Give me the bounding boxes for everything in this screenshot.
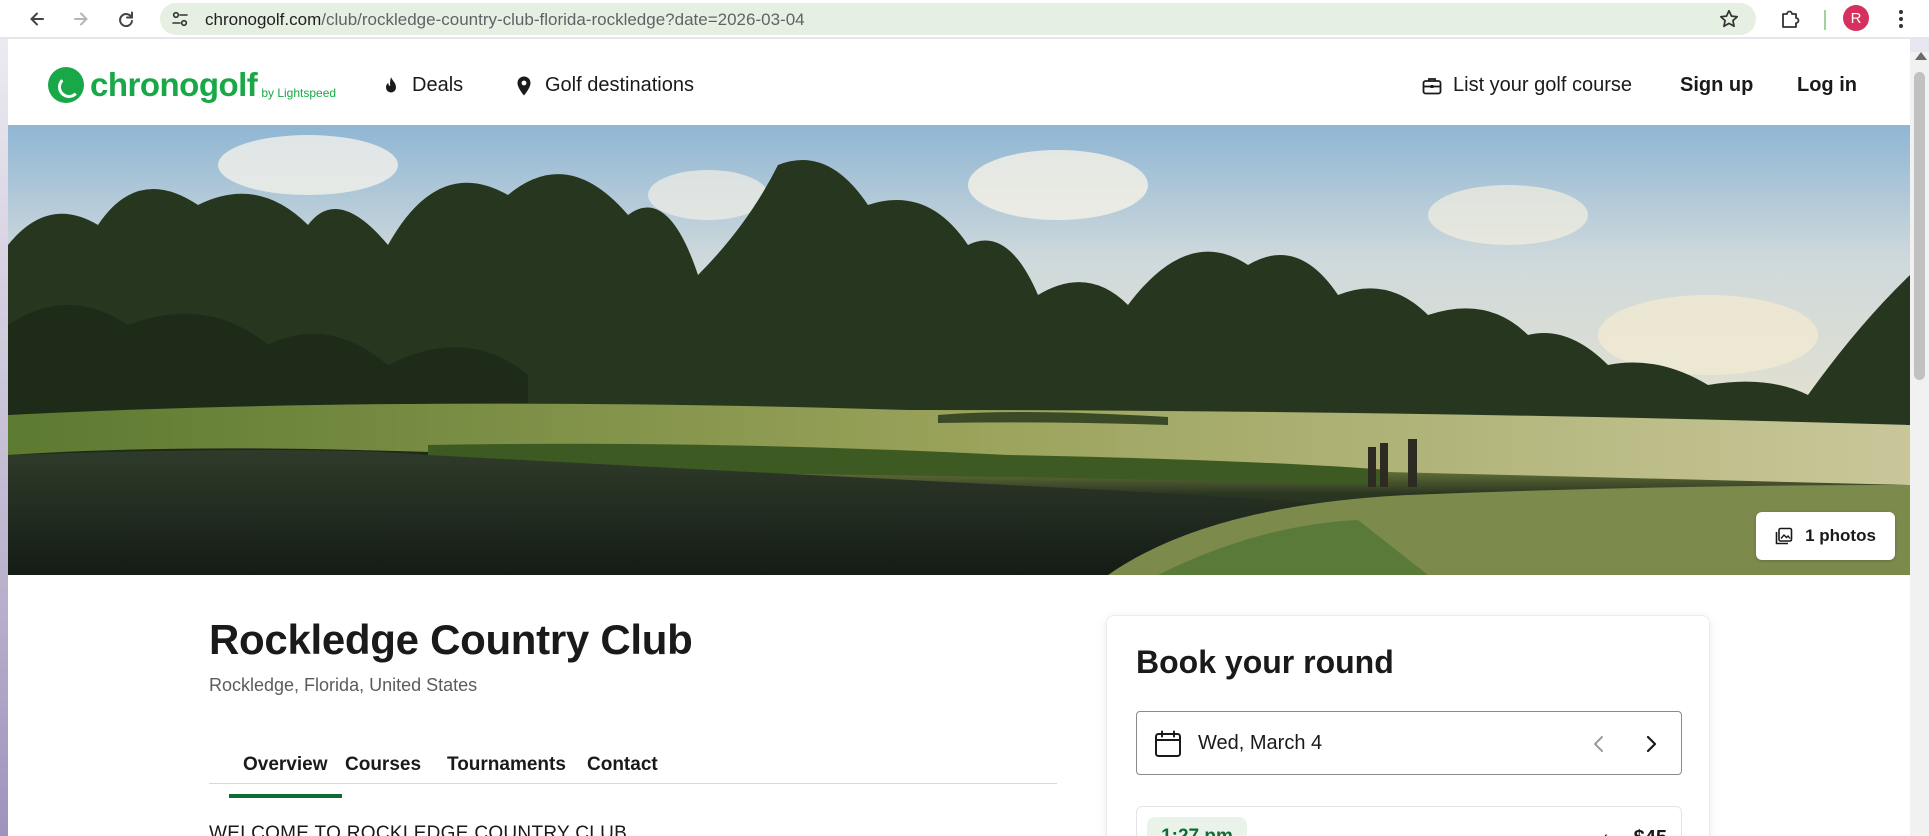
chevron-left-icon[interactable] bbox=[1587, 732, 1611, 756]
browser-menu-button[interactable] bbox=[1890, 5, 1912, 33]
site-info-button[interactable] bbox=[168, 7, 192, 31]
menu-icon bbox=[1899, 10, 1903, 28]
address-bar[interactable]: chronogolf.com/club/rockledge-country-cl… bbox=[160, 3, 1756, 35]
hero-image: 1 photos bbox=[8, 125, 1910, 575]
price-value: $45 bbox=[1634, 827, 1667, 836]
photos-icon bbox=[1775, 527, 1793, 545]
reload-icon bbox=[119, 11, 133, 28]
logo-byline: by Lightspeed bbox=[261, 86, 337, 100]
tee-time-card[interactable]: 1:27 pm from $45 bbox=[1136, 806, 1682, 836]
site-header: chronogolf by Lightspeed Deals Golf dest… bbox=[8, 39, 1910, 125]
nav-deals-label: Deals bbox=[412, 74, 464, 96]
reload-button[interactable] bbox=[110, 3, 142, 35]
bookmark-star-icon[interactable] bbox=[1718, 8, 1740, 30]
photos-count-label: 1 photos bbox=[1805, 526, 1876, 545]
nav-destinations-label: Golf destinations bbox=[545, 74, 694, 96]
view-photos-button[interactable]: 1 photos bbox=[1756, 512, 1895, 560]
tab-courses[interactable]: Courses bbox=[345, 754, 421, 797]
url-host: chronogolf.com bbox=[205, 10, 322, 29]
tee-time-label: 1:27 pm bbox=[1147, 817, 1247, 836]
booking-card: Book your round Wed, March 4 1:27 pm fro… bbox=[1106, 615, 1710, 836]
page-viewport: chronogolf by Lightspeed Deals Golf dest… bbox=[8, 39, 1910, 836]
date-picker[interactable]: Wed, March 4 bbox=[1136, 711, 1682, 775]
map-pin-icon bbox=[517, 76, 531, 95]
golf-course-photo bbox=[8, 125, 1910, 575]
url-text[interactable]: chronogolf.com/club/rockledge-country-cl… bbox=[205, 10, 805, 30]
club-tabs: Overview Courses Tournaments Contact bbox=[209, 741, 1057, 798]
club-name: Rockledge Country Club bbox=[209, 616, 693, 663]
tee-time-price: from $45 bbox=[1604, 827, 1667, 836]
selected-date: Wed, March 4 bbox=[1198, 732, 1323, 754]
nav-golf-destinations[interactable]: Golf destinations bbox=[513, 74, 694, 97]
back-button[interactable] bbox=[21, 3, 53, 35]
toolbar-divider bbox=[1824, 10, 1826, 30]
scrollbar-thumb[interactable] bbox=[1914, 72, 1925, 380]
forward-icon bbox=[74, 12, 88, 26]
log-in-link[interactable]: Log in bbox=[1797, 74, 1857, 97]
page-scrollbar[interactable] bbox=[1910, 52, 1929, 836]
profile-avatar[interactable]: R bbox=[1843, 5, 1869, 31]
url-path: /club/rockledge-country-club-florida-roc… bbox=[321, 10, 805, 29]
tab-contact[interactable]: Contact bbox=[587, 754, 658, 797]
desktop-background-edge bbox=[0, 39, 8, 836]
tab-overview[interactable]: Overview bbox=[229, 754, 341, 798]
logo-text: chronogolf bbox=[90, 66, 258, 103]
chronogolf-logo[interactable]: chronogolf by Lightspeed bbox=[48, 67, 336, 103]
chevron-right-icon[interactable] bbox=[1639, 732, 1663, 756]
briefcase-icon bbox=[1422, 77, 1442, 94]
nav-deals[interactable]: Deals bbox=[380, 74, 463, 97]
tab-tournaments[interactable]: Tournaments bbox=[447, 754, 566, 797]
browser-toolbar: chronogolf.com/club/rockledge-country-cl… bbox=[0, 0, 1929, 38]
price-from-label: from bbox=[1604, 832, 1630, 836]
nav-list-golf-course[interactable]: List your golf course bbox=[1421, 74, 1632, 97]
welcome-heading: WELCOME TO ROCKLEDGE COUNTRY CLUB bbox=[209, 823, 628, 836]
scroll-up-arrow-icon[interactable] bbox=[1915, 52, 1927, 60]
chronogolf-logo-icon bbox=[48, 67, 84, 103]
back-icon bbox=[30, 12, 44, 26]
booking-title: Book your round bbox=[1136, 644, 1394, 680]
flame-icon bbox=[386, 76, 396, 92]
site-info-icon bbox=[172, 11, 188, 27]
forward-button[interactable] bbox=[65, 3, 97, 35]
extensions-icon[interactable] bbox=[1777, 6, 1803, 32]
calendar-icon bbox=[1155, 730, 1181, 757]
club-location: Rockledge, Florida, United States bbox=[209, 675, 478, 695]
nav-list-course-label: List your golf course bbox=[1453, 74, 1632, 96]
sign-up-link[interactable]: Sign up bbox=[1680, 74, 1753, 97]
